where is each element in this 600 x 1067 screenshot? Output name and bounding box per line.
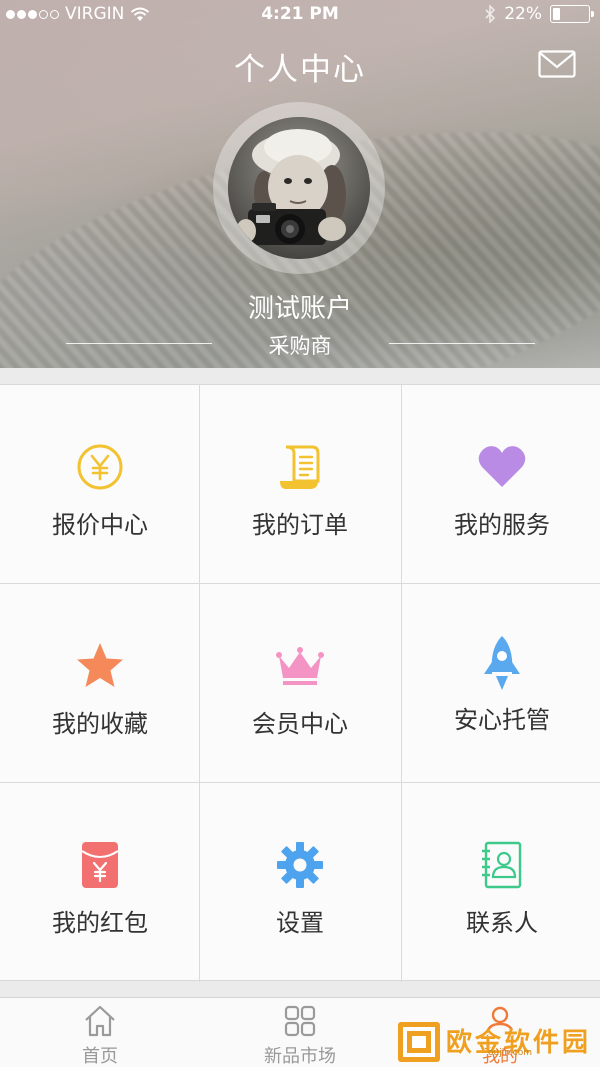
menu-item-red-packets[interactable]: 我的红包 (0, 783, 200, 981)
tab-label: 新品市场 (264, 1046, 336, 1067)
menu-item-quotes[interactable]: 报价中心 (0, 385, 200, 583)
user-role: 采购商 (268, 334, 332, 358)
menu-item-label: 联系人 (466, 909, 538, 937)
rocket-icon (484, 636, 520, 690)
menu-item-label: 我的收藏 (52, 710, 148, 738)
star-icon (77, 643, 123, 687)
gear-icon (277, 842, 323, 888)
avatar[interactable] (228, 117, 370, 259)
grid-icon (284, 1005, 316, 1037)
tab-home[interactable]: 首页 (0, 998, 200, 1067)
bluetooth-icon (485, 5, 496, 23)
menu-item-escrow[interactable]: 安心托管 (402, 584, 600, 782)
user-name: 测试账户 (247, 294, 352, 324)
menu-item-label: 安心托管 (454, 706, 550, 734)
home-icon (85, 1005, 115, 1037)
menu-item-services[interactable]: 我的服务 (402, 385, 600, 583)
status-bar: VIRGIN 4:21 PM 22% (0, 0, 600, 30)
profile-header: VIRGIN 4:21 PM 22% 个人中心 测试账户 采购商 (0, 0, 600, 368)
menu-item-favorites[interactable]: 我的收藏 (0, 584, 200, 782)
menu-item-label: 会员中心 (252, 710, 348, 738)
watermark-url: oujin.com (488, 1048, 532, 1058)
avatar-ring (213, 102, 385, 274)
avatar-photo (228, 117, 370, 259)
menu-item-settings[interactable]: 设置 (200, 783, 400, 981)
menu-item-membership[interactable]: 会员中心 (200, 584, 400, 782)
menu-item-label: 设置 (276, 909, 324, 937)
tab-label: 首页 (82, 1046, 118, 1067)
tab-new-market[interactable]: 新品市场 (200, 998, 400, 1067)
menu-item-orders[interactable]: 我的订单 (200, 385, 400, 583)
crown-icon (276, 647, 324, 685)
battery-percent: 22% (504, 4, 542, 24)
battery-icon (550, 5, 594, 23)
page-title: 个人中心 (234, 52, 366, 88)
mail-icon[interactable] (538, 50, 576, 78)
watermark-logo-icon (398, 1022, 440, 1062)
yen-coin-icon (77, 444, 123, 490)
menu-item-contacts[interactable]: 联系人 (402, 783, 600, 981)
menu-item-label: 我的服务 (454, 511, 550, 539)
watermark: 欧金软件园 oujin.com (398, 1018, 594, 1064)
heart-icon (478, 446, 526, 487)
menu-item-label: 我的订单 (252, 511, 348, 539)
contacts-icon (482, 841, 522, 889)
menu-grid: 报价中心 我的订单 我的服务 我的收藏 会员中心 安心托管 我的红包 设置 联系… (0, 384, 600, 982)
divider-right (389, 343, 535, 344)
receipt-icon (280, 445, 320, 489)
red-envelope-icon (81, 842, 119, 888)
menu-item-label: 报价中心 (52, 511, 148, 539)
menu-item-label: 我的红包 (52, 909, 148, 937)
